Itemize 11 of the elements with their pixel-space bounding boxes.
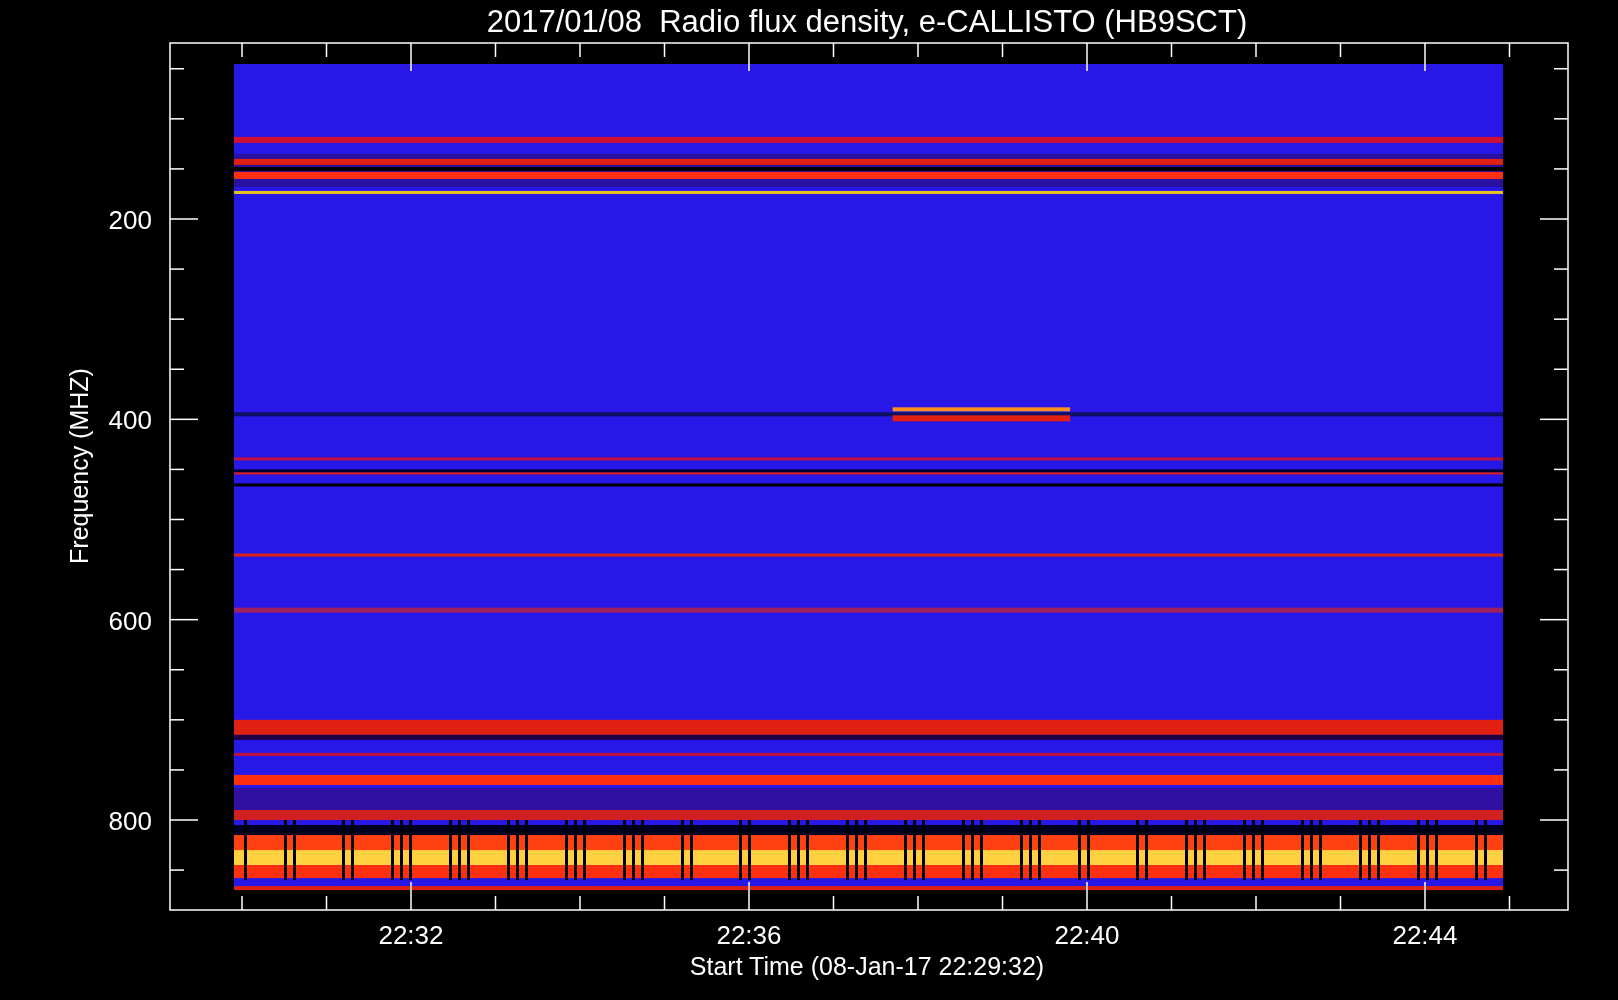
tick-label: 22:40 xyxy=(1054,920,1120,950)
tick-label: 400 xyxy=(108,405,152,436)
chart-title: 2017/01/08 Radio flux density, e-CALLISTO (HB9SCT) xyxy=(486,4,1248,39)
tick-label: 200 xyxy=(108,205,152,235)
axis-title: Start Time (08-Jan-17 22:29:32) xyxy=(689,952,1045,980)
tick-label: 22:44 xyxy=(1392,920,1458,950)
axis-title: Frequency (MHZ) xyxy=(65,368,93,564)
tick-label: 600 xyxy=(108,605,152,636)
tick-label: 800 xyxy=(108,806,152,836)
tick-label: 22:32 xyxy=(378,920,444,950)
tick-label: 22:36 xyxy=(716,920,782,950)
